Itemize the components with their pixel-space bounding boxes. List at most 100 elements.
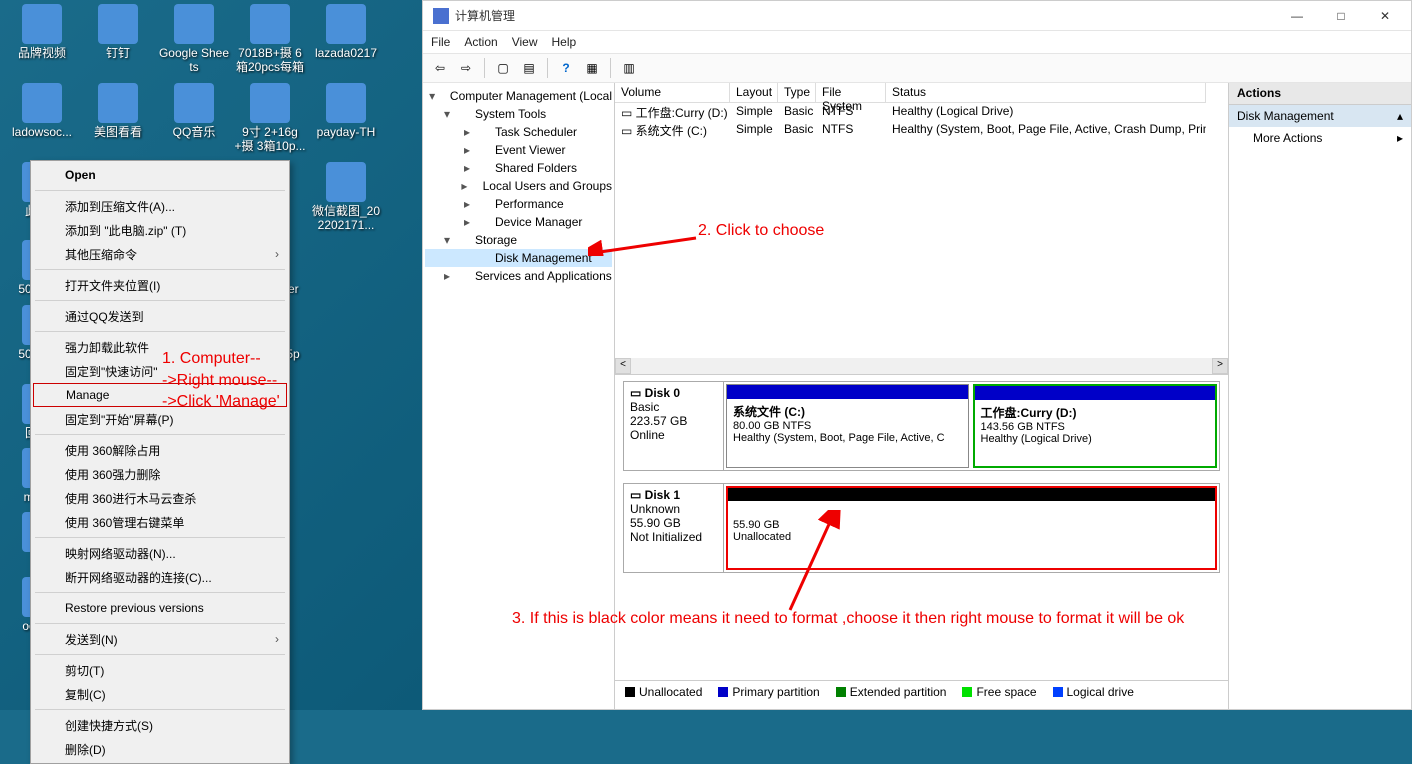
tree-event-viewer[interactable]: ▸Event Viewer bbox=[425, 141, 612, 159]
back-button[interactable]: ⇦ bbox=[429, 57, 451, 79]
context-menu-item[interactable]: 使用 360进行木马云查杀 bbox=[33, 486, 287, 510]
tree-twisty-icon: ▸ bbox=[461, 143, 473, 157]
actions-section-label: Disk Management bbox=[1237, 109, 1334, 123]
col-layout[interactable]: Layout bbox=[730, 83, 778, 103]
volume-row[interactable]: ▭ 系统文件 (C:)SimpleBasicNTFSHealthy (Syste… bbox=[615, 121, 1228, 139]
view-button[interactable]: ▥ bbox=[618, 57, 640, 79]
context-menu-item[interactable]: 断开网络驱动器的连接(C)... bbox=[33, 565, 287, 589]
app-icon bbox=[326, 83, 366, 123]
menu-item-label: 创建快捷方式(S) bbox=[65, 717, 153, 734]
up-button[interactable]: ▢ bbox=[492, 57, 514, 79]
tree-device-manager[interactable]: ▸Device Manager bbox=[425, 213, 612, 231]
desktop-icon[interactable]: lazada0217 bbox=[310, 4, 382, 75]
context-menu-item[interactable]: 使用 360解除占用 bbox=[33, 438, 287, 462]
tree-disk-management[interactable]: Disk Management bbox=[425, 249, 612, 267]
help-button[interactable]: ? bbox=[555, 57, 577, 79]
scroll-track[interactable] bbox=[631, 358, 1212, 374]
menu-help[interactable]: Help bbox=[552, 35, 577, 49]
partition[interactable]: 工作盘:Curry (D:)143.56 GB NTFSHealthy (Log… bbox=[973, 384, 1218, 468]
desktop-icon[interactable]: 品牌视频 bbox=[6, 4, 78, 75]
tree-task-scheduler[interactable]: ▸Task Scheduler bbox=[425, 123, 612, 141]
context-menu-item[interactable]: 发送到(N)› bbox=[33, 627, 287, 651]
scroll-right-button[interactable]: > bbox=[1212, 358, 1228, 374]
desktop-icon-label: QQ音乐 bbox=[158, 125, 230, 139]
close-button[interactable]: ✕ bbox=[1363, 2, 1407, 30]
context-menu-item[interactable]: 添加到压缩文件(A)... bbox=[33, 194, 287, 218]
desktop-icon[interactable]: 美图看看 bbox=[82, 83, 154, 154]
context-menu-item[interactable]: 通过QQ发送到 bbox=[33, 304, 287, 328]
col-type[interactable]: Type bbox=[778, 83, 816, 103]
collapse-icon: ▴ bbox=[1397, 109, 1403, 123]
menu-item-label: 添加到压缩文件(A)... bbox=[65, 198, 175, 215]
context-menu-item[interactable]: Manage bbox=[33, 383, 287, 407]
col-volume[interactable]: Volume bbox=[615, 83, 730, 103]
context-menu-item[interactable]: 剪切(T) bbox=[33, 658, 287, 682]
context-menu-item[interactable]: Open bbox=[33, 163, 287, 187]
refresh-button[interactable]: ▦ bbox=[581, 57, 603, 79]
actions-more-actions[interactable]: More Actions ▸ bbox=[1229, 127, 1411, 149]
actions-pane: Actions Disk Management ▴ More Actions ▸ bbox=[1229, 83, 1411, 709]
minimize-button[interactable]: — bbox=[1275, 2, 1319, 30]
volume-row[interactable]: ▭ 工作盘:Curry (D:)SimpleBasicNTFSHealthy (… bbox=[615, 103, 1228, 121]
menu-view[interactable]: View bbox=[512, 35, 538, 49]
actions-section-disk-management[interactable]: Disk Management ▴ bbox=[1229, 105, 1411, 127]
cell-volume: ▭ 系统文件 (C:) bbox=[615, 121, 730, 139]
forward-button[interactable]: ⇨ bbox=[455, 57, 477, 79]
cell-layout: Simple bbox=[730, 121, 778, 139]
tree-services[interactable]: ▸Services and Applications bbox=[425, 267, 612, 285]
context-menu-item[interactable]: 固定到"快速访问" bbox=[33, 359, 287, 383]
desktop-icon[interactable]: 钉钉 bbox=[82, 4, 154, 75]
context-menu-item[interactable]: 强力卸载此软件 bbox=[33, 335, 287, 359]
tree-performance[interactable]: ▸Performance bbox=[425, 195, 612, 213]
menu-item-icon bbox=[39, 307, 57, 325]
tree-root[interactable]: ▾Computer Management (Local bbox=[425, 87, 612, 105]
tree-system-tools[interactable]: ▾System Tools bbox=[425, 105, 612, 123]
desktop-icon[interactable] bbox=[310, 384, 382, 440]
menu-item-label: 使用 360管理右键菜单 bbox=[65, 514, 184, 531]
desktop-icon[interactable]: 9寸 2+16g+摄 3箱10p... bbox=[234, 83, 306, 154]
desktop-icon[interactable] bbox=[310, 240, 382, 296]
menu-action[interactable]: Action bbox=[464, 35, 497, 49]
desktop-icon[interactable]: Google Sheets bbox=[158, 4, 230, 75]
desktop-icon[interactable]: payday-TH bbox=[310, 83, 382, 154]
tree-shared-folders[interactable]: ▸Shared Folders bbox=[425, 159, 612, 177]
col-filesystem[interactable]: File System bbox=[816, 83, 886, 103]
tree-storage[interactable]: ▾Storage bbox=[425, 231, 612, 249]
scroll-left-button[interactable]: < bbox=[615, 358, 631, 374]
legend-label: Free space bbox=[976, 685, 1036, 699]
separator bbox=[35, 592, 285, 593]
menu-item-label: 剪切(T) bbox=[65, 662, 104, 679]
partition[interactable]: 55.90 GBUnallocated bbox=[726, 486, 1217, 570]
center-pane: Volume Layout Type File System Status ▭ … bbox=[615, 83, 1229, 709]
context-menu-item[interactable]: 删除(D) bbox=[33, 737, 287, 761]
tree-twisty-icon: ▸ bbox=[441, 269, 453, 283]
maximize-button[interactable]: □ bbox=[1319, 2, 1363, 30]
context-menu-item[interactable]: 其他压缩命令› bbox=[33, 242, 287, 266]
desktop-icon[interactable]: 7018B+摄 6 箱20pcs每箱 bbox=[234, 4, 306, 75]
context-menu-item[interactable]: 使用 360管理右键菜单 bbox=[33, 510, 287, 534]
desktop-icon[interactable]: 微信截图_202202171... bbox=[310, 162, 382, 233]
properties-button[interactable]: ▤ bbox=[518, 57, 540, 79]
desktop-icon[interactable] bbox=[310, 512, 382, 568]
cell-status: Healthy (System, Boot, Page File, Active… bbox=[886, 121, 1206, 139]
app-icon bbox=[174, 83, 214, 123]
context-menu-item[interactable]: 使用 360强力删除 bbox=[33, 462, 287, 486]
context-menu-item[interactable]: 复制(C) bbox=[33, 682, 287, 706]
desktop-icon[interactable]: ladowsoc... bbox=[6, 83, 78, 154]
tree-local-users-and-groups[interactable]: ▸Local Users and Groups bbox=[425, 177, 612, 195]
context-menu-item[interactable]: 映射网络驱动器(N)... bbox=[33, 541, 287, 565]
context-menu-item[interactable]: 固定到"开始"屏幕(P) bbox=[33, 407, 287, 431]
desktop-icon[interactable]: QQ音乐 bbox=[158, 83, 230, 154]
context-menu-item[interactable]: 创建快捷方式(S) bbox=[33, 713, 287, 737]
horizontal-scrollbar[interactable]: < > bbox=[615, 358, 1228, 374]
context-menu-item[interactable]: 打开文件夹位置(I) bbox=[33, 273, 287, 297]
desktop-icon[interactable] bbox=[310, 448, 382, 504]
context-menu-item[interactable]: Restore previous versions bbox=[33, 596, 287, 620]
menu-file[interactable]: File bbox=[431, 35, 450, 49]
desktop-icon[interactable] bbox=[310, 305, 382, 376]
partition[interactable]: 系统文件 (C:)80.00 GB NTFSHealthy (System, B… bbox=[726, 384, 969, 468]
titlebar[interactable]: 计算机管理 — □ ✕ bbox=[423, 1, 1411, 31]
context-menu-item[interactable]: 添加到 "此电脑.zip" (T) bbox=[33, 218, 287, 242]
col-status[interactable]: Status bbox=[886, 83, 1206, 103]
tree-twisty-icon: ▸ bbox=[461, 179, 468, 193]
